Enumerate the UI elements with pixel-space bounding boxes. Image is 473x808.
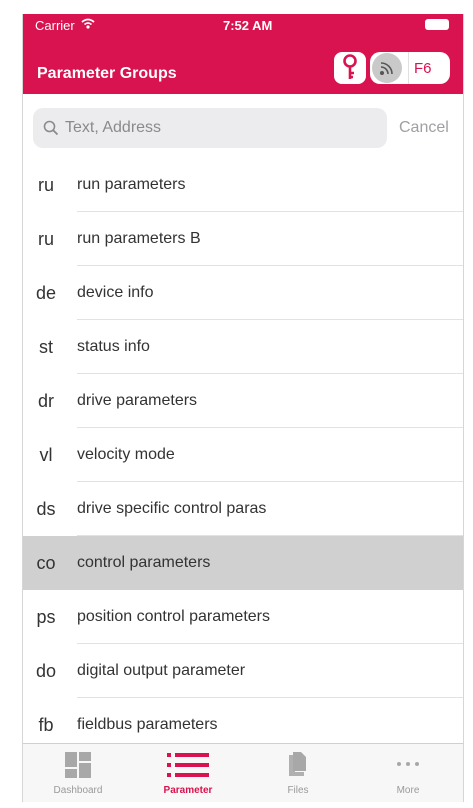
group-label: run parameters: [77, 176, 186, 193]
parameter-group-row[interactable]: do digital output parameter: [23, 644, 463, 698]
group-code: ru: [37, 229, 54, 249]
group-label: drive specific control paras: [77, 500, 267, 517]
function-key-button[interactable]: F6: [414, 60, 432, 77]
group-code: vl: [39, 445, 53, 465]
group-label: velocity mode: [77, 446, 175, 463]
tab-bar: Dashboard Parameter Files More: [23, 743, 463, 802]
group-label: drive parameters: [77, 392, 198, 409]
group-code: ps: [36, 607, 56, 627]
parameter-group-row[interactable]: de device info: [23, 266, 463, 320]
group-label: status info: [77, 338, 150, 355]
parameter-group-row[interactable]: fb fieldbus parameters: [23, 698, 463, 742]
group-label: fieldbus parameters: [77, 716, 218, 733]
parameter-group-row[interactable]: st status info: [23, 320, 463, 374]
group-code: de: [35, 283, 57, 303]
group-label: control parameters: [77, 554, 211, 571]
status-time: 7:52 AM: [223, 18, 273, 33]
group-label: digital output parameter: [77, 662, 246, 679]
tab-label: More: [396, 785, 420, 796]
group-label: position control parameters: [77, 608, 270, 625]
wifi-icon: [81, 18, 95, 29]
parameter-group-row[interactable]: dr drive parameters: [23, 374, 463, 428]
parameter-group-row[interactable]: ru run parameters B: [23, 212, 463, 266]
tab-files[interactable]: Files: [243, 744, 353, 802]
tab-label: Files: [287, 785, 309, 796]
signal-icon: [380, 62, 393, 75]
cancel-button[interactable]: Cancel: [399, 119, 449, 137]
status-bar: Carrier 7:52 AM: [23, 14, 463, 36]
parameter-group-row[interactable]: co control parameters: [23, 536, 463, 590]
battery-icon: [425, 19, 449, 30]
key-button[interactable]: [334, 52, 366, 84]
page-title: Parameter Groups: [37, 65, 177, 82]
group-label: device info: [77, 284, 154, 301]
app-screen: Carrier 7:52 AM Parameter Groups F6 Text…: [22, 14, 464, 802]
list-icon: [167, 753, 209, 777]
parameter-group-row[interactable]: ru run parameters: [23, 158, 463, 212]
tab-label: Dashboard: [53, 785, 103, 796]
carrier-label: Carrier: [35, 18, 75, 33]
parameter-group-row[interactable]: ps position control parameters: [23, 590, 463, 644]
search-field[interactable]: [33, 108, 387, 148]
group-code: ru: [37, 175, 54, 195]
group-code: co: [36, 553, 56, 573]
key-icon: [343, 54, 357, 79]
group-code: fb: [38, 715, 54, 735]
more-icon: [397, 762, 419, 766]
group-code: st: [38, 337, 53, 357]
search-icon: [43, 120, 59, 136]
parameter-group-list[interactable]: ru run parameters ru run parameters B de devi…: [23, 158, 463, 742]
parameter-group-row[interactable]: vl velocity mode: [23, 428, 463, 482]
navigation-header: Parameter Groups F6: [23, 36, 463, 94]
files-icon: [289, 752, 306, 776]
tab-parameter[interactable]: Parameter: [133, 744, 243, 802]
group-code: dr: [37, 391, 54, 411]
parameter-group-row[interactable]: ds drive specific control paras: [23, 482, 463, 536]
tab-label: Parameter: [163, 785, 213, 796]
tab-more[interactable]: More: [353, 744, 463, 802]
search-input[interactable]: [65, 117, 375, 139]
tab-dashboard[interactable]: Dashboard: [23, 744, 133, 802]
connection-controls: F6: [370, 52, 450, 84]
search-bar: Cancel: [23, 94, 463, 159]
group-code: ds: [36, 499, 56, 519]
group-code: do: [35, 661, 57, 681]
divider: [408, 52, 409, 84]
dashboard-icon: [65, 752, 91, 778]
group-label: run parameters B: [77, 230, 201, 247]
connection-button[interactable]: [372, 53, 402, 83]
